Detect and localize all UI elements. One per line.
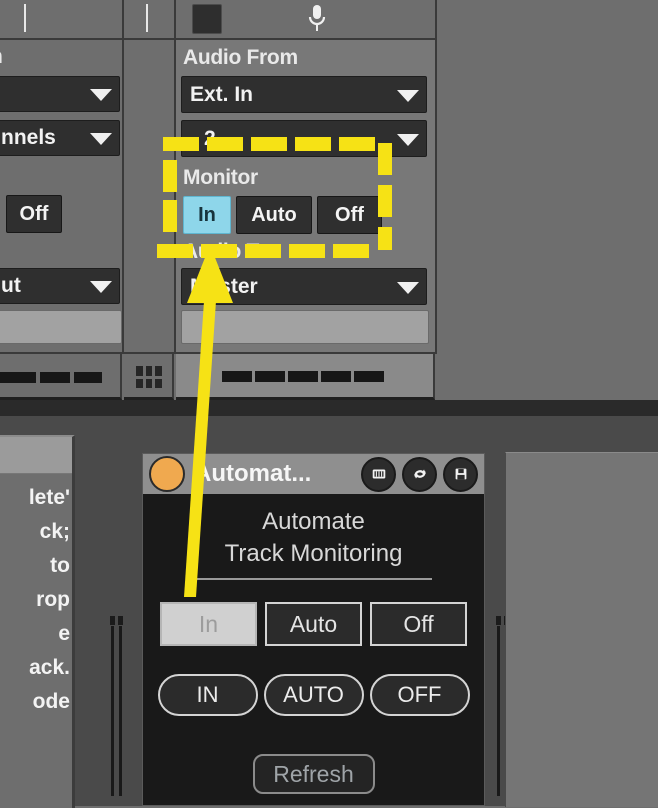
chevron-down-icon: [90, 89, 112, 101]
live-mixer-area: n nnels Off ut Audio From Ext. In: [0, 0, 658, 416]
left-section-label: n: [0, 45, 3, 69]
info-line: lete': [28, 486, 70, 509]
track-header-left[interactable]: [0, 0, 124, 40]
monitor-auto-button[interactable]: Auto: [236, 196, 312, 234]
info-help-panel: lete' ck; to rop e ack. ode: [0, 435, 75, 808]
track-column-left[interactable]: n nnels Off ut: [0, 40, 124, 354]
track-header-row: [0, 0, 437, 40]
screenshot-root: n nnels Off ut Audio From Ext. In: [0, 0, 658, 808]
clip-segment: [288, 371, 318, 382]
device-heading-line-2: Track Monitoring: [224, 540, 403, 567]
microphone-icon: [306, 4, 328, 34]
audio-to-label: Audio To: [183, 240, 271, 263]
info-line: e: [58, 622, 70, 645]
audio-to-sub-chooser[interactable]: [181, 310, 429, 344]
track-column-selected[interactable]: Audio From Ext. In 2 Monitor In Auto Off…: [176, 40, 437, 354]
info-panel-header: [0, 437, 72, 474]
device-refresh-button[interactable]: Refresh: [252, 754, 375, 794]
info-line: rop: [36, 588, 70, 611]
max-device-window: Automat... Automate Track Monitoring In …: [142, 453, 485, 806]
device-refresh-row: Refresh: [143, 754, 484, 794]
audio-from-value: Ext. In: [190, 82, 254, 106]
text-cursor-icon: [146, 4, 148, 32]
device-body: Automate Track Monitoring In Auto Off IN…: [143, 494, 484, 805]
track-header-mid[interactable]: [124, 0, 176, 40]
device-square-button-row: In Auto Off: [143, 602, 484, 646]
fader-cap: [118, 616, 123, 625]
grid-3x3-icon: [136, 366, 162, 388]
track-fader-left[interactable]: [104, 616, 130, 796]
device-strip-selected[interactable]: [176, 354, 435, 400]
clip-segment: [40, 372, 70, 383]
device-pill-auto-button[interactable]: AUTO: [263, 674, 364, 716]
device-title-bar[interactable]: Automat...: [143, 454, 484, 494]
left-monitor-off-button[interactable]: Off: [6, 195, 62, 233]
device-heading-line-1: Automate: [262, 508, 365, 535]
clip-segment: [255, 371, 285, 382]
device-strip-left[interactable]: [0, 354, 122, 400]
device-power-indicator-icon[interactable]: [149, 456, 185, 492]
audio-from-chooser[interactable]: Ext. In: [181, 76, 427, 113]
device-pill-button-row: IN AUTO OFF: [143, 674, 484, 716]
track-header-selected[interactable]: [176, 0, 437, 40]
chevron-down-icon: [397, 281, 419, 294]
info-panel-text: lete' ck; to rop e ack. ode: [0, 481, 72, 719]
info-line: ack.: [29, 656, 70, 679]
chevron-down-icon: [90, 133, 112, 145]
fader-cap: [110, 616, 115, 625]
refresh-icon[interactable]: [402, 456, 437, 492]
device-in-button[interactable]: In: [160, 602, 257, 646]
right-empty-pane: [505, 452, 658, 807]
monitor-off-button[interactable]: Off: [317, 196, 382, 234]
device-heading-rule: [195, 578, 432, 580]
track-column-middle[interactable]: [124, 40, 176, 354]
audio-from-label: Audio From: [183, 46, 298, 69]
left-chooser-2[interactable]: nnels: [0, 120, 120, 156]
monitor-in-button[interactable]: In: [183, 196, 231, 234]
input-channel-chooser[interactable]: 2: [181, 120, 427, 157]
left-output-value: ut: [1, 274, 21, 297]
left-chooser-1[interactable]: [0, 76, 120, 112]
record-arm-button[interactable]: [192, 4, 222, 34]
live-area-divider: [0, 400, 658, 416]
monitor-label: Monitor: [183, 166, 258, 189]
fader-cap: [496, 616, 501, 625]
device-title-text: Automat...: [194, 460, 312, 487]
device-pill-off-button[interactable]: OFF: [369, 674, 470, 716]
text-cursor-icon: [24, 4, 26, 32]
clip-segment: [222, 371, 252, 382]
input-channel-value: 2: [204, 126, 216, 150]
audio-to-value: Master: [190, 274, 258, 298]
info-line: ck;: [39, 520, 70, 543]
chevron-down-icon: [90, 281, 112, 293]
clip-segment: [74, 372, 102, 383]
left-chooser-2-value: nnels: [1, 126, 56, 149]
info-line: to: [50, 554, 70, 577]
fader-track: [497, 626, 500, 796]
audio-to-chooser[interactable]: Master: [181, 268, 427, 305]
fader-track: [119, 626, 122, 796]
save-icon[interactable]: [443, 456, 478, 492]
chevron-down-icon: [397, 133, 419, 146]
device-strip-row: [0, 354, 435, 400]
left-empty-slot[interactable]: [0, 310, 122, 344]
clip-segment: [321, 371, 351, 382]
device-pill-in-button[interactable]: IN: [157, 674, 258, 716]
left-output-chooser[interactable]: ut: [0, 268, 120, 304]
fader-track: [111, 626, 114, 796]
device-strip-middle[interactable]: [124, 354, 174, 400]
device-off-button[interactable]: Off: [370, 602, 467, 646]
patcher-icon[interactable]: [361, 456, 396, 492]
clip-segment: [354, 371, 384, 382]
chevron-down-icon: [397, 89, 419, 102]
info-line: ode: [32, 690, 70, 713]
device-title-icons: [361, 456, 478, 492]
device-auto-button[interactable]: Auto: [265, 602, 362, 646]
clip-segment: [0, 372, 36, 383]
